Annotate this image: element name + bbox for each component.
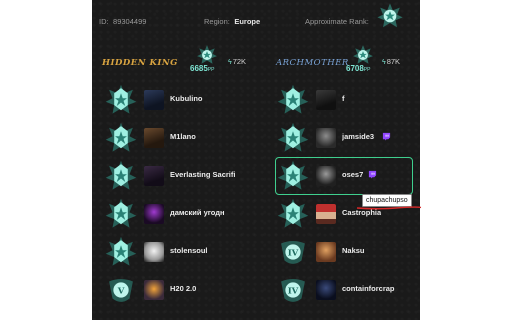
avatar[interactable] xyxy=(144,166,164,186)
rank-label: Approximate Rank: xyxy=(305,17,369,26)
team-1-rank-icon xyxy=(197,45,217,64)
match-panel: ID: 89304499 Region: Europe Approximate … xyxy=(92,0,420,320)
player-name[interactable]: M1lano xyxy=(170,132,196,141)
player-row[interactable]: IV Naksu xyxy=(276,234,416,270)
immortal-rank-icon xyxy=(105,236,137,266)
avatar[interactable] xyxy=(144,280,164,300)
region-label: Region: xyxy=(204,17,230,26)
team-2-delta: ϟ87K xyxy=(382,57,400,66)
team-2-logo: ARCHMOTHER xyxy=(276,58,349,68)
immortal-rank-icon xyxy=(105,84,137,114)
immortal-rank-icon xyxy=(105,122,137,152)
player-name[interactable]: stolensoul xyxy=(170,246,208,255)
ancient-rank-icon: IV xyxy=(281,278,305,302)
approx-rank: Approximate Rank: xyxy=(305,11,369,29)
avatar[interactable] xyxy=(316,90,336,110)
player-name[interactable]: H20 2.0 xyxy=(170,284,196,293)
avatar[interactable] xyxy=(316,204,336,224)
rank-numeral: IV xyxy=(288,286,299,296)
player-row[interactable]: oses7 xyxy=(275,157,413,195)
id-value: 89304499 xyxy=(113,17,147,26)
team-1-sr-value: 6685 xyxy=(190,64,208,73)
bolt-icon: ϟ xyxy=(228,59,232,66)
player-row[interactable]: M1lano xyxy=(104,120,244,156)
rank-numeral: IV xyxy=(288,248,299,258)
team-1-logo: HIDDEN KING xyxy=(102,58,178,68)
team-1-sr: 6685PP xyxy=(190,64,214,73)
twitch-icon[interactable] xyxy=(382,132,391,141)
team-2-sr-value: 6708 xyxy=(346,64,364,73)
player-row[interactable]: jamside3 xyxy=(276,120,416,156)
player-row[interactable]: V H20 2.0 xyxy=(104,272,244,308)
twitch-icon[interactable] xyxy=(368,170,377,179)
rank-numeral: V xyxy=(117,286,125,296)
player-name[interactable]: Kubulino xyxy=(170,94,203,103)
avatar[interactable] xyxy=(144,204,164,224)
match-info-bar: ID: 89304499 Region: Europe Approximate … xyxy=(92,0,420,33)
avatar[interactable] xyxy=(316,280,336,300)
player-name[interactable]: Everlasting Sacrifi xyxy=(170,170,235,179)
id-label: ID: xyxy=(99,17,109,26)
red-underline-annotation xyxy=(356,206,422,210)
player-row[interactable]: Everlasting Sacrifi xyxy=(104,158,244,194)
team-2-delta-value: 87K xyxy=(386,57,401,66)
bolt-icon: ϟ xyxy=(382,59,386,66)
player-row[interactable]: IV containforcrap xyxy=(276,272,416,308)
player-row[interactable]: stolensoul xyxy=(104,234,244,270)
team-2-sr-suffix: PP xyxy=(363,67,371,73)
immortal-rank-icon xyxy=(277,198,309,228)
avatar[interactable] xyxy=(316,166,336,186)
immortal-rank-icon xyxy=(105,160,137,190)
team-1-sr-suffix: PP xyxy=(207,67,215,73)
region: Region: Europe xyxy=(204,11,260,29)
match-id: ID: 89304499 xyxy=(99,11,146,29)
ancient-rank-icon: IV xyxy=(281,240,305,264)
avatar[interactable] xyxy=(144,90,164,110)
player-row[interactable]: f xyxy=(276,82,416,118)
player-name[interactable]: jamside3 xyxy=(342,132,374,141)
player-name[interactable]: дамский угодн xyxy=(170,208,225,217)
immortal-rank-icon xyxy=(277,84,309,114)
team-2-rank-icon xyxy=(353,45,373,64)
player-name[interactable]: f xyxy=(342,94,345,103)
avatar[interactable] xyxy=(144,128,164,148)
immortal-rank-icon xyxy=(277,160,309,190)
avatar[interactable] xyxy=(316,242,336,262)
ancient-rank-icon: V xyxy=(109,278,133,302)
region-value: Europe xyxy=(234,17,261,26)
immortal-rank-icon xyxy=(105,198,137,228)
player-name[interactable]: Naksu xyxy=(342,246,365,255)
team-1-delta-value: 72K xyxy=(232,57,247,66)
team-2-sr: 6708PP xyxy=(346,64,370,73)
team-1-delta: ϟ72K xyxy=(228,57,246,66)
player-name[interactable]: oses7 xyxy=(342,170,363,179)
player-row[interactable]: дамский угодн xyxy=(104,196,244,232)
immortal-rank-icon xyxy=(377,3,403,28)
immortal-rank-icon xyxy=(277,122,309,152)
avatar[interactable] xyxy=(316,128,336,148)
player-name[interactable]: containforcrap xyxy=(342,284,395,293)
avatar[interactable] xyxy=(144,242,164,262)
player-row[interactable]: Kubulino xyxy=(104,82,244,118)
